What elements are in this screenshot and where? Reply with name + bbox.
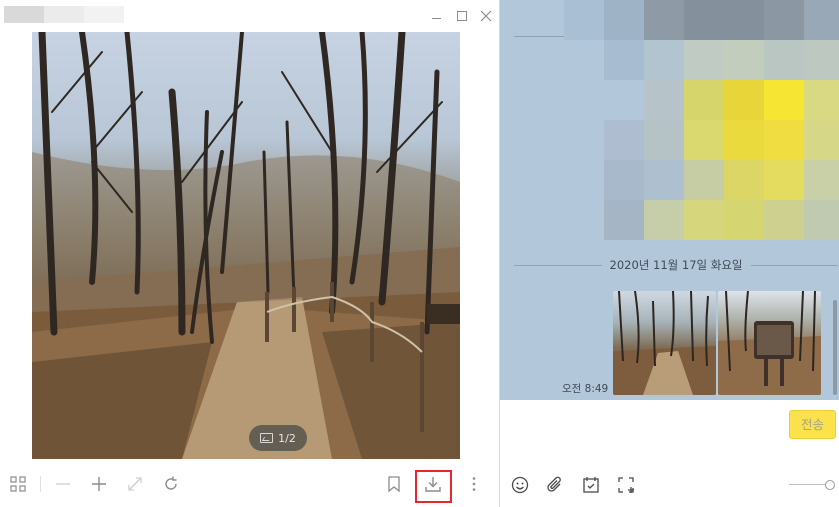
minimize-button[interactable] bbox=[428, 8, 444, 24]
chat-window: 2020년 11월 17일 화요일 오전 8:49 전송 bbox=[499, 0, 839, 507]
fit-icon[interactable] bbox=[123, 472, 147, 496]
download-icon[interactable] bbox=[421, 472, 445, 496]
message-input-area[interactable]: 전송 bbox=[500, 400, 839, 507]
photo-message[interactable] bbox=[613, 291, 821, 395]
date-separator-text: 2020년 11월 17일 화요일 bbox=[609, 258, 743, 272]
capture-icon[interactable] bbox=[616, 475, 636, 495]
blurred-window-title bbox=[4, 6, 124, 23]
page-counter-badge: 1/2 bbox=[249, 425, 307, 451]
attach-icon[interactable] bbox=[545, 475, 565, 495]
close-button[interactable] bbox=[478, 8, 494, 24]
viewer-titlebar bbox=[0, 0, 494, 32]
image-viewer-window: 1/2 bbox=[0, 0, 494, 507]
emoji-icon[interactable] bbox=[510, 475, 530, 495]
zoom-out-icon[interactable] bbox=[51, 472, 75, 496]
chat-message-area[interactable]: 2020년 11월 17일 화요일 오전 8:49 bbox=[500, 0, 839, 400]
photo-thumbnail[interactable] bbox=[718, 291, 821, 395]
photo-thumbnail[interactable] bbox=[613, 291, 716, 395]
date-separator: 2020년 11월 17일 화요일 bbox=[514, 255, 839, 275]
maximize-button[interactable] bbox=[453, 8, 469, 24]
send-button[interactable]: 전송 bbox=[789, 410, 836, 439]
transparency-slider[interactable] bbox=[789, 478, 837, 492]
zoom-in-icon[interactable] bbox=[87, 472, 111, 496]
toolbar-divider bbox=[40, 476, 41, 492]
pixelated-image-message[interactable] bbox=[564, 0, 839, 240]
page-counter-text: 1/2 bbox=[278, 431, 296, 445]
partial-separator-line bbox=[514, 36, 564, 37]
rotate-icon[interactable] bbox=[159, 472, 183, 496]
more-icon[interactable] bbox=[462, 472, 486, 496]
message-timestamp: 오전 8:49 bbox=[562, 383, 609, 395]
image-icon bbox=[260, 433, 274, 443]
bookmark-icon[interactable] bbox=[382, 472, 406, 496]
photo-display[interactable]: 1/2 bbox=[32, 32, 460, 459]
forest-trail-photo bbox=[32, 32, 460, 459]
viewer-toolbar bbox=[0, 466, 494, 504]
chat-scrollbar[interactable] bbox=[833, 300, 837, 395]
calendar-icon[interactable] bbox=[581, 475, 601, 495]
photo-content bbox=[32, 32, 460, 459]
slider-handle[interactable] bbox=[825, 480, 835, 490]
grid-icon[interactable] bbox=[6, 472, 30, 496]
